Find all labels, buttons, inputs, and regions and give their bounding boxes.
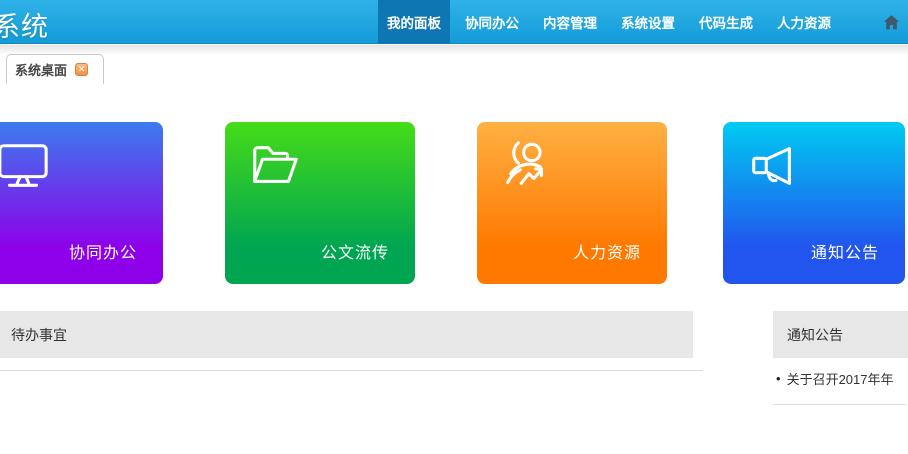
tile-hr[interactable]: 人力资源 [477, 122, 667, 284]
notice-panel-title: 通知公告 [787, 325, 843, 345]
tile-label: 人力资源 [573, 239, 641, 263]
tile-label: 公文流传 [321, 239, 389, 263]
tile-label: 协同办公 [69, 239, 137, 263]
tile-notice[interactable]: 通知公告 [723, 122, 905, 284]
home-icon[interactable] [876, 0, 907, 44]
tab-bar: 系统桌面 ✕ [0, 45, 908, 84]
nav-item-content-mgmt[interactable]: 内容管理 [534, 0, 606, 44]
todo-panel-title: 待办事宜 [11, 325, 67, 345]
notice-panel-divider [773, 404, 906, 405]
nav-item-my-panel[interactable]: 我的面板 [378, 0, 450, 44]
notice-list-item[interactable]: • 关于召开2017年年 [776, 368, 908, 388]
megaphone-icon [746, 139, 800, 193]
folder-open-icon [248, 139, 302, 193]
monitor-icon [0, 139, 50, 193]
bullet-icon: • [776, 371, 781, 386]
main-nav: 我的面板 协同办公 内容管理 系统设置 代码生成 人力资源 [378, 0, 908, 44]
notice-panel-header: 通知公告 [773, 311, 908, 358]
todo-panel-header: 待办事宜 [0, 311, 693, 358]
nav-item-hr[interactable]: 人力资源 [768, 0, 840, 44]
todo-panel-divider [0, 370, 703, 371]
tile-doc-flow[interactable]: 公文流传 [225, 122, 415, 284]
tab-system-desktop[interactable]: 系统桌面 ✕ [6, 54, 104, 84]
tile-collab-office[interactable]: 协同办公 [0, 122, 163, 284]
app-root: 系统 我的面板 协同办公 内容管理 系统设置 代码生成 人力资源 [0, 0, 908, 454]
tab-label: 系统桌面 [15, 60, 67, 79]
app-title: 系统 [0, 5, 49, 44]
nav-item-code-gen[interactable]: 代码生成 [690, 0, 762, 44]
tab-close-icon[interactable]: ✕ [75, 63, 88, 76]
top-header: 系统 我的面板 协同办公 内容管理 系统设置 代码生成 人力资源 [0, 0, 908, 44]
nav-item-collab-office[interactable]: 协同办公 [456, 0, 528, 44]
person-trend-icon [500, 139, 554, 193]
nav-item-system-settings[interactable]: 系统设置 [612, 0, 684, 44]
notice-item-text: 关于召开2017年年 [787, 369, 894, 388]
tile-label: 通知公告 [811, 239, 879, 263]
